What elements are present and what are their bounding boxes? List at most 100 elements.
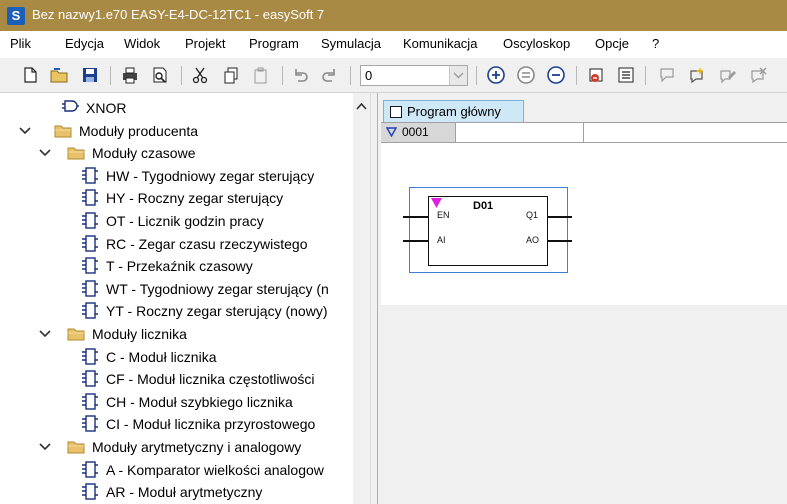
paste-icon[interactable] bbox=[251, 65, 271, 85]
tree-label: CI - Moduł licznika przyrostowego bbox=[106, 416, 316, 433]
tree-label: Moduły czasowe bbox=[92, 145, 196, 162]
tree-label: OT - Licznik godzin pracy bbox=[106, 213, 264, 229]
edit-comment-icon[interactable] bbox=[717, 65, 737, 85]
tree-item[interactable]: XNOR bbox=[0, 97, 353, 119]
tree-scrollbar[interactable] bbox=[353, 93, 370, 504]
zoom-select[interactable]: 0 bbox=[360, 65, 468, 86]
zoom-reset-icon[interactable] bbox=[516, 65, 536, 85]
tree-folder[interactable]: Moduły arytmetyczny i analogowy bbox=[0, 436, 353, 458]
delete-comment-icon[interactable] bbox=[748, 65, 768, 85]
menu-program[interactable]: Program bbox=[249, 36, 299, 51]
block-name: D01 bbox=[473, 200, 494, 212]
tree-label: Moduły licznika bbox=[92, 326, 187, 342]
print-icon[interactable] bbox=[120, 65, 140, 85]
toolbar-separator bbox=[476, 66, 477, 85]
chevron-down-icon[interactable] bbox=[19, 123, 31, 137]
print-preview-icon[interactable] bbox=[150, 65, 170, 85]
menu-edycja[interactable]: Edycja bbox=[65, 36, 104, 51]
tree-item[interactable]: AR - Moduł arytmetyczny bbox=[0, 481, 353, 503]
tree-item[interactable]: T - Przekaźnik czasowy bbox=[0, 255, 353, 277]
zoom-dropdown-button[interactable] bbox=[449, 66, 467, 85]
chevron-down-icon[interactable] bbox=[39, 439, 51, 453]
function-module-icon bbox=[82, 415, 98, 433]
open-folder-icon[interactable] bbox=[49, 65, 69, 85]
tab-label: Program główny bbox=[407, 104, 501, 119]
tree-label: CF - Moduł licznika częstotliwości bbox=[106, 371, 315, 388]
check-program-icon[interactable] bbox=[586, 65, 606, 85]
enable-marker-icon bbox=[431, 198, 442, 208]
collapse-triangle-icon[interactable] bbox=[386, 127, 397, 137]
tree-item[interactable]: HW - Tygodniowy zegar sterujący bbox=[0, 165, 353, 187]
program-icon bbox=[390, 106, 402, 118]
function-module-icon bbox=[82, 257, 98, 274]
tree-label: WT - Tygodniowy zegar sterujący (n bbox=[106, 280, 329, 297]
zoom-out-icon[interactable] bbox=[546, 65, 566, 85]
module-tree: XNOR Moduły producenta Moduły czasowe HW - … bbox=[0, 93, 353, 504]
pin-line-ao bbox=[548, 240, 572, 242]
copy-icon[interactable] bbox=[221, 65, 241, 85]
add-comment-icon[interactable] bbox=[687, 65, 707, 85]
program-list-icon[interactable] bbox=[616, 65, 636, 85]
tree-folder[interactable]: Moduły licznika bbox=[0, 323, 353, 345]
scroll-up-arrow-icon[interactable] bbox=[353, 98, 370, 115]
menu-widok[interactable]: Widok bbox=[124, 36, 160, 51]
toolbar-separator bbox=[645, 66, 646, 85]
function-module-icon bbox=[82, 189, 98, 207]
tree-item[interactable]: CF - Moduł licznika częstotliwości bbox=[0, 368, 353, 390]
menu-oscyloskop[interactable]: Oscyloskop bbox=[503, 36, 570, 51]
folder-icon bbox=[54, 125, 72, 138]
pin-label-ao: AO bbox=[526, 235, 540, 245]
tree-folder[interactable]: Moduły producenta bbox=[0, 120, 353, 142]
redo-icon[interactable] bbox=[320, 65, 340, 85]
rung-number-cell[interactable]: 0001 bbox=[381, 123, 456, 142]
cut-icon[interactable] bbox=[190, 65, 210, 85]
menu-help[interactable]: ? bbox=[652, 36, 659, 51]
chevron-down-icon[interactable] bbox=[39, 326, 51, 340]
folder-icon bbox=[67, 441, 85, 454]
toolbar-separator bbox=[181, 66, 182, 85]
menu-plik[interactable]: Plik bbox=[10, 36, 31, 51]
folder-icon bbox=[67, 147, 85, 160]
chevron-down-icon bbox=[453, 72, 464, 79]
pin-line-q1 bbox=[548, 216, 572, 218]
tree-label: YT - Roczny zegar sterujący (nowy) bbox=[106, 303, 328, 320]
logic-gate-icon bbox=[62, 100, 79, 112]
undo-icon[interactable] bbox=[290, 65, 310, 85]
rung-number: 0001 bbox=[402, 125, 429, 139]
tree-item[interactable]: RC - Zegar czasu rzeczywistego bbox=[0, 233, 353, 255]
tree-item[interactable]: C - Moduł licznika bbox=[0, 346, 353, 368]
tree-label: CH - Moduł szybkiego licznika bbox=[106, 393, 293, 410]
function-module-icon bbox=[82, 280, 98, 297]
tree-item[interactable]: WT - Tygodniowy zegar sterujący (n bbox=[0, 278, 353, 300]
menu-bar: Plik Edycja Widok Projekt Program Symula… bbox=[0, 31, 787, 58]
toolbar-separator bbox=[282, 66, 283, 85]
pin-label-ai: AI bbox=[437, 235, 446, 245]
new-file-icon[interactable] bbox=[20, 65, 40, 85]
chevron-down-icon[interactable] bbox=[39, 145, 51, 159]
tree-item[interactable]: OT - Licznik godzin pracy bbox=[0, 210, 353, 232]
tree-item[interactable]: HY - Roczny zegar sterujący bbox=[0, 187, 353, 209]
menu-komunikacja[interactable]: Komunikacja bbox=[403, 36, 477, 51]
panel-splitter[interactable] bbox=[370, 93, 378, 504]
tree-item[interactable]: CI - Moduł licznika przyrostowego bbox=[0, 413, 353, 435]
menu-projekt[interactable]: Projekt bbox=[185, 36, 225, 51]
tree-label: AR - Moduł arytmetyczny bbox=[106, 484, 263, 501]
tree-folder[interactable]: Moduły czasowe bbox=[0, 142, 353, 164]
save-icon[interactable] bbox=[80, 65, 100, 85]
function-module-icon bbox=[82, 302, 98, 320]
tree-item[interactable]: A - Komparator wielkości analogow bbox=[0, 459, 353, 481]
tab-program-glowny[interactable]: Program główny bbox=[383, 100, 524, 122]
tree-label: HW - Tygodniowy zegar sterujący bbox=[106, 167, 315, 184]
menu-opcje[interactable]: Opcje bbox=[595, 36, 629, 51]
tree-label: Moduły arytmetyczny i analogowy bbox=[92, 439, 302, 455]
menu-symulacja[interactable]: Symulacja bbox=[321, 36, 381, 51]
zoom-value: 0 bbox=[365, 68, 373, 83]
comment-icon[interactable] bbox=[657, 65, 677, 85]
tree-item[interactable]: YT - Roczny zegar sterujący (nowy) bbox=[0, 300, 353, 322]
tree-label: HY - Roczny zegar sterujący bbox=[106, 190, 284, 207]
pin-label-q1: Q1 bbox=[526, 210, 539, 220]
zoom-in-icon[interactable] bbox=[486, 65, 506, 85]
window-title: Bez nazwy1.e70 EASY-E4-DC-12TC1 - easySo… bbox=[32, 7, 325, 22]
tree-item[interactable]: CH - Moduł szybkiego licznika bbox=[0, 391, 353, 413]
tree-label: C - Moduł licznika bbox=[106, 348, 217, 365]
